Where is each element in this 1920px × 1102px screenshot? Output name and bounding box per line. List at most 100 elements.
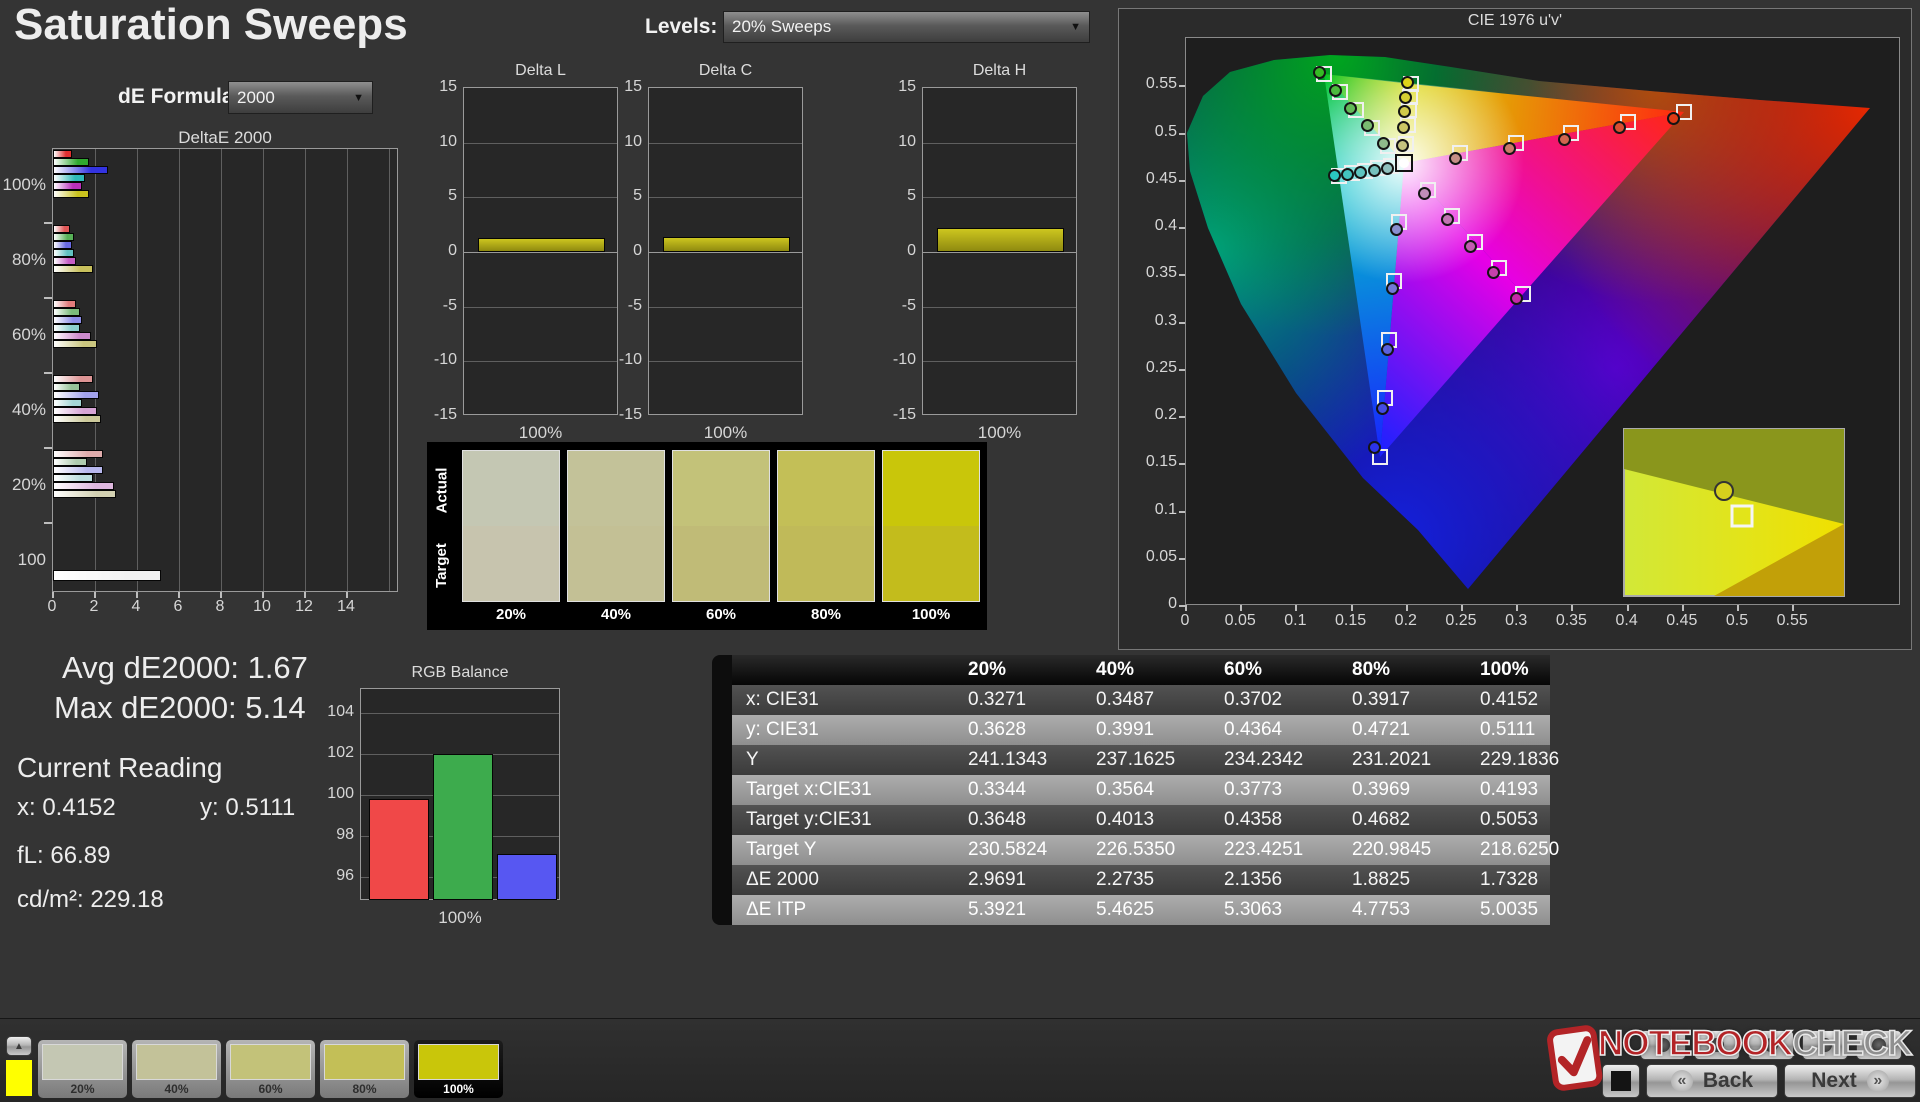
deltae-x-tickmark <box>262 592 264 598</box>
deltae-group-label: 100 <box>0 550 46 570</box>
actual-row-label: Actual <box>433 468 450 514</box>
patch-tile-40%[interactable]: 40% <box>132 1040 221 1098</box>
deltaL-bar <box>478 238 605 252</box>
cie-measured-magenta <box>1464 240 1477 253</box>
back-button[interactable]: « Back <box>1646 1064 1778 1098</box>
cie-x-tickmark <box>1240 605 1242 611</box>
deltae-bar-blue <box>53 316 82 324</box>
current-color-chip[interactable] <box>6 1060 32 1096</box>
deltae-bar-green <box>53 158 89 166</box>
deltaC-bar <box>663 237 790 252</box>
table-cell: 4.7753 <box>1352 899 1410 921</box>
deltaH-x-label: 100% <box>922 423 1077 443</box>
cie-measured-magenta <box>1487 266 1500 279</box>
next-button[interactable]: Next » <box>1784 1064 1916 1098</box>
table-cell: 0.5111 <box>1480 719 1535 741</box>
deltaC-y-tick: -15 <box>606 406 642 424</box>
deltaL-x-label: 100% <box>463 423 618 443</box>
swatch-100% <box>882 450 980 602</box>
patch-tile-80%[interactable]: 80% <box>320 1040 409 1098</box>
cie-measured-magenta <box>1441 213 1454 226</box>
cie-measured-red <box>1558 133 1571 146</box>
deltaL-gridline <box>464 307 617 308</box>
swatch-target <box>673 526 769 601</box>
deltaH-y-tick: 5 <box>880 187 916 205</box>
deltae-bar-white <box>53 570 161 581</box>
cie-x-tickmark <box>1682 605 1684 611</box>
patch-tile-swatch <box>136 1044 217 1080</box>
deltae-bar-yellow <box>53 340 97 348</box>
cie-measured-cyan <box>1368 164 1381 177</box>
deltae-axis-tick <box>44 372 52 374</box>
cie-y-tick: 0.5 <box>1133 123 1177 141</box>
cie-y-tickmark <box>1179 180 1185 182</box>
max-de2000: Max dE2000: 5.14 <box>54 690 306 726</box>
deltaL-title: Delta L <box>463 62 618 80</box>
table-column-header: 60% <box>1224 659 1262 681</box>
deltae-group-label: 40% <box>0 400 46 420</box>
rgb-y-tick: 98 <box>316 826 354 844</box>
chevrons-left-icon: « <box>1671 1070 1693 1092</box>
de-formula-value: 2000 <box>237 88 275 108</box>
cie-measured-green <box>1344 102 1357 115</box>
deltae-group-label: 60% <box>0 325 46 345</box>
deltaH-bar <box>937 228 1064 252</box>
table-left-cap <box>712 655 732 925</box>
palette-expand-button[interactable]: ▲ <box>6 1036 32 1056</box>
cie-x-tickmark <box>1461 605 1463 611</box>
deltae-x-tick: 2 <box>82 598 106 616</box>
cie-x-tickmark <box>1295 605 1297 611</box>
rgb-gridline <box>361 713 559 714</box>
de-formula-dropdown[interactable]: 2000 ▼ <box>228 81 373 114</box>
deltae-bar-green <box>53 458 87 466</box>
table-cell: 230.5824 <box>968 839 1047 861</box>
cie-measured-red <box>1667 112 1680 125</box>
cie-y-tick: 0.2 <box>1133 406 1177 424</box>
cie-x-tick: 0.5 <box>1715 612 1759 630</box>
cie-chromaticity-diagram <box>1185 37 1900 605</box>
deltae-gridline <box>137 149 138 591</box>
table-cell: 0.4358 <box>1224 809 1282 831</box>
deltae-axis-tick <box>44 522 52 524</box>
deltaL-gridline <box>464 361 617 362</box>
deltae-bar-yellow <box>53 415 101 423</box>
table-cell: 0.4193 <box>1480 779 1538 801</box>
current-reading-x: x: 0.4152 <box>17 794 116 822</box>
cie-data-points <box>1186 38 1901 606</box>
cie-measured-red <box>1503 142 1516 155</box>
deltaH-chart <box>922 87 1077 415</box>
cie-measured-blue <box>1386 282 1399 295</box>
table-cell: 5.4625 <box>1096 899 1154 921</box>
cie-x-tick: 0.2 <box>1384 612 1428 630</box>
cie-x-tickmark <box>1737 605 1739 611</box>
patch-tile-100%[interactable]: 100% <box>414 1040 503 1098</box>
cie-y-tickmark <box>1179 227 1185 229</box>
table-cell: 0.3564 <box>1096 779 1154 801</box>
cie-x-tick: 0.05 <box>1218 612 1262 630</box>
patch-tile-20%[interactable]: 20% <box>38 1040 127 1098</box>
patch-tile-label: 100% <box>414 1082 503 1096</box>
table-cell: 2.2735 <box>1096 869 1154 891</box>
deltae-bar-red <box>53 375 93 383</box>
swatch-label: 80% <box>777 606 875 623</box>
deltae-bar-red <box>53 150 72 158</box>
cie-y-tick: 0.15 <box>1133 453 1177 471</box>
cie-measured-green <box>1361 119 1374 132</box>
table-row: ΔE 20002.96912.27352.13561.88251.7328 <box>732 865 1550 895</box>
rgb-y-tick: 100 <box>316 785 354 803</box>
table-row: ΔE ITP5.39215.46255.30634.77535.0035 <box>732 895 1550 925</box>
deltaL-y-tick: 0 <box>421 242 457 260</box>
stop-button[interactable] <box>1602 1064 1640 1098</box>
cie-measured-blue <box>1376 402 1389 415</box>
table-cell: 0.3344 <box>968 779 1026 801</box>
deltae-gridline <box>263 149 264 591</box>
patch-tile-swatch <box>418 1044 499 1080</box>
cie-y-tickmark <box>1179 133 1185 135</box>
deltaH-gridline <box>923 197 1076 198</box>
patch-tile-60%[interactable]: 60% <box>226 1040 315 1098</box>
deltae-bar-yellow <box>53 490 116 498</box>
deltaC-gridline <box>649 143 802 144</box>
table-cell: 0.3773 <box>1224 779 1282 801</box>
levels-dropdown[interactable]: 20% Sweeps ▼ <box>723 11 1090 43</box>
current-reading-y: y: 0.5111 <box>200 794 295 822</box>
